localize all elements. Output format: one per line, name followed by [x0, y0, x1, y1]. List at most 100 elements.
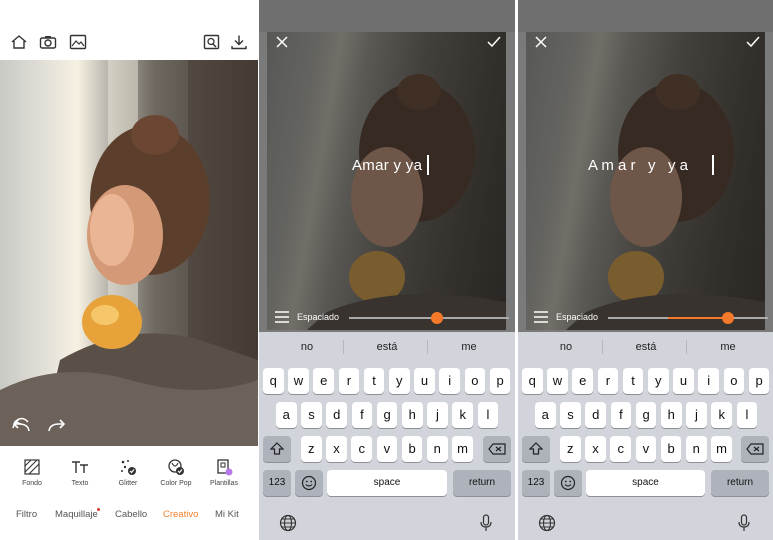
- key-n[interactable]: n: [427, 436, 448, 462]
- tab-cabello[interactable]: Cabello: [115, 509, 147, 520]
- download-icon[interactable]: [230, 34, 248, 50]
- key-l[interactable]: l: [736, 402, 758, 428]
- key-r[interactable]: r: [338, 368, 360, 394]
- key-s[interactable]: s: [301, 402, 322, 428]
- return-key[interactable]: return: [453, 470, 511, 496]
- key-o[interactable]: o: [723, 368, 745, 394]
- undo-icon[interactable]: [12, 418, 32, 434]
- suggestion-item[interactable]: está: [616, 341, 676, 353]
- text-input[interactable]: Amar y ya: [352, 157, 422, 174]
- backspace-key[interactable]: [741, 436, 769, 462]
- key-v[interactable]: v: [376, 436, 398, 462]
- slider-track[interactable]: [349, 317, 509, 319]
- microphone-icon[interactable]: [735, 514, 753, 532]
- close-icon[interactable]: [275, 35, 289, 49]
- gallery-icon[interactable]: [69, 34, 87, 50]
- key-z[interactable]: z: [560, 436, 581, 462]
- key-n[interactable]: n: [686, 436, 707, 462]
- tool-plantillas[interactable]: Plantillas: [200, 452, 248, 487]
- home-icon[interactable]: [10, 34, 28, 50]
- tool-texto[interactable]: Texto: [56, 452, 104, 487]
- camera-icon[interactable]: [39, 34, 57, 50]
- backspace-key[interactable]: [483, 436, 511, 462]
- key-f[interactable]: f: [610, 402, 632, 428]
- key-f[interactable]: f: [351, 402, 373, 428]
- text-input[interactable]: A m a r y y a: [588, 157, 688, 174]
- tab-creativo[interactable]: Creativo: [163, 509, 198, 520]
- close-icon[interactable]: [534, 35, 548, 49]
- key-v[interactable]: v: [635, 436, 657, 462]
- key-d[interactable]: d: [585, 402, 606, 428]
- key-y[interactable]: y: [389, 368, 410, 394]
- key-t[interactable]: t: [363, 368, 385, 394]
- key-x[interactable]: x: [585, 436, 606, 462]
- return-key[interactable]: return: [711, 470, 769, 496]
- key-d[interactable]: d: [326, 402, 347, 428]
- key-g[interactable]: g: [635, 402, 657, 428]
- globe-icon[interactable]: [538, 514, 556, 532]
- key-t[interactable]: t: [622, 368, 644, 394]
- redo-icon[interactable]: [46, 418, 66, 434]
- check-icon[interactable]: [746, 35, 760, 49]
- key-l[interactable]: l: [477, 402, 499, 428]
- suggestion-item[interactable]: no: [277, 341, 337, 353]
- key-s[interactable]: s: [560, 402, 581, 428]
- key-y[interactable]: y: [648, 368, 669, 394]
- key-k[interactable]: k: [452, 402, 473, 428]
- key-i[interactable]: i: [439, 368, 460, 394]
- key-r[interactable]: r: [597, 368, 619, 394]
- key-e[interactable]: e: [313, 368, 334, 394]
- key-m[interactable]: m: [711, 436, 732, 462]
- tool-glitter[interactable]: Glitter: [104, 452, 152, 487]
- numbers-key[interactable]: 123: [522, 470, 550, 496]
- emoji-key[interactable]: [554, 470, 582, 496]
- tab-mi-kit[interactable]: Mi Kit: [215, 509, 239, 520]
- suggestion-item[interactable]: no: [536, 341, 596, 353]
- key-o[interactable]: o: [464, 368, 486, 394]
- key-b[interactable]: b: [401, 436, 423, 462]
- slider-knob[interactable]: [722, 312, 734, 324]
- microphone-icon[interactable]: [477, 514, 495, 532]
- key-p[interactable]: p: [748, 368, 770, 394]
- key-e[interactable]: e: [572, 368, 593, 394]
- key-c[interactable]: c: [610, 436, 631, 462]
- slider-knob[interactable]: [431, 312, 443, 324]
- tab-maquillaje[interactable]: Maquillaje: [55, 509, 98, 520]
- key-i[interactable]: i: [698, 368, 719, 394]
- key-j[interactable]: j: [427, 402, 448, 428]
- key-a[interactable]: a: [535, 402, 556, 428]
- suggestion-item[interactable]: me: [439, 341, 499, 353]
- space-key[interactable]: space: [327, 470, 447, 496]
- key-k[interactable]: k: [711, 402, 732, 428]
- key-h[interactable]: h: [402, 402, 423, 428]
- suggestion-item[interactable]: me: [698, 341, 758, 353]
- tool-color-pop[interactable]: Color Pop: [152, 452, 200, 487]
- key-q[interactable]: q: [522, 368, 543, 394]
- shift-key[interactable]: [263, 436, 291, 462]
- space-key[interactable]: space: [586, 470, 705, 496]
- key-w[interactable]: w: [547, 368, 568, 394]
- key-a[interactable]: a: [276, 402, 297, 428]
- key-u[interactable]: u: [673, 368, 694, 394]
- key-j[interactable]: j: [686, 402, 707, 428]
- search-image-icon[interactable]: [203, 34, 221, 50]
- key-g[interactable]: g: [376, 402, 398, 428]
- key-b[interactable]: b: [660, 436, 682, 462]
- globe-icon[interactable]: [279, 514, 297, 532]
- key-p[interactable]: p: [489, 368, 511, 394]
- key-m[interactable]: m: [452, 436, 473, 462]
- shift-key[interactable]: [522, 436, 550, 462]
- key-x[interactable]: x: [326, 436, 347, 462]
- tab-filtro[interactable]: Filtro: [16, 509, 37, 520]
- key-c[interactable]: c: [351, 436, 372, 462]
- photo-canvas[interactable]: [0, 60, 258, 446]
- key-u[interactable]: u: [414, 368, 435, 394]
- key-h[interactable]: h: [661, 402, 682, 428]
- suggestion-item[interactable]: está: [357, 341, 417, 353]
- menu-icon[interactable]: [534, 311, 548, 323]
- emoji-key[interactable]: [295, 470, 323, 496]
- key-w[interactable]: w: [288, 368, 309, 394]
- key-q[interactable]: q: [263, 368, 284, 394]
- check-icon[interactable]: [487, 35, 501, 49]
- numbers-key[interactable]: 123: [263, 470, 291, 496]
